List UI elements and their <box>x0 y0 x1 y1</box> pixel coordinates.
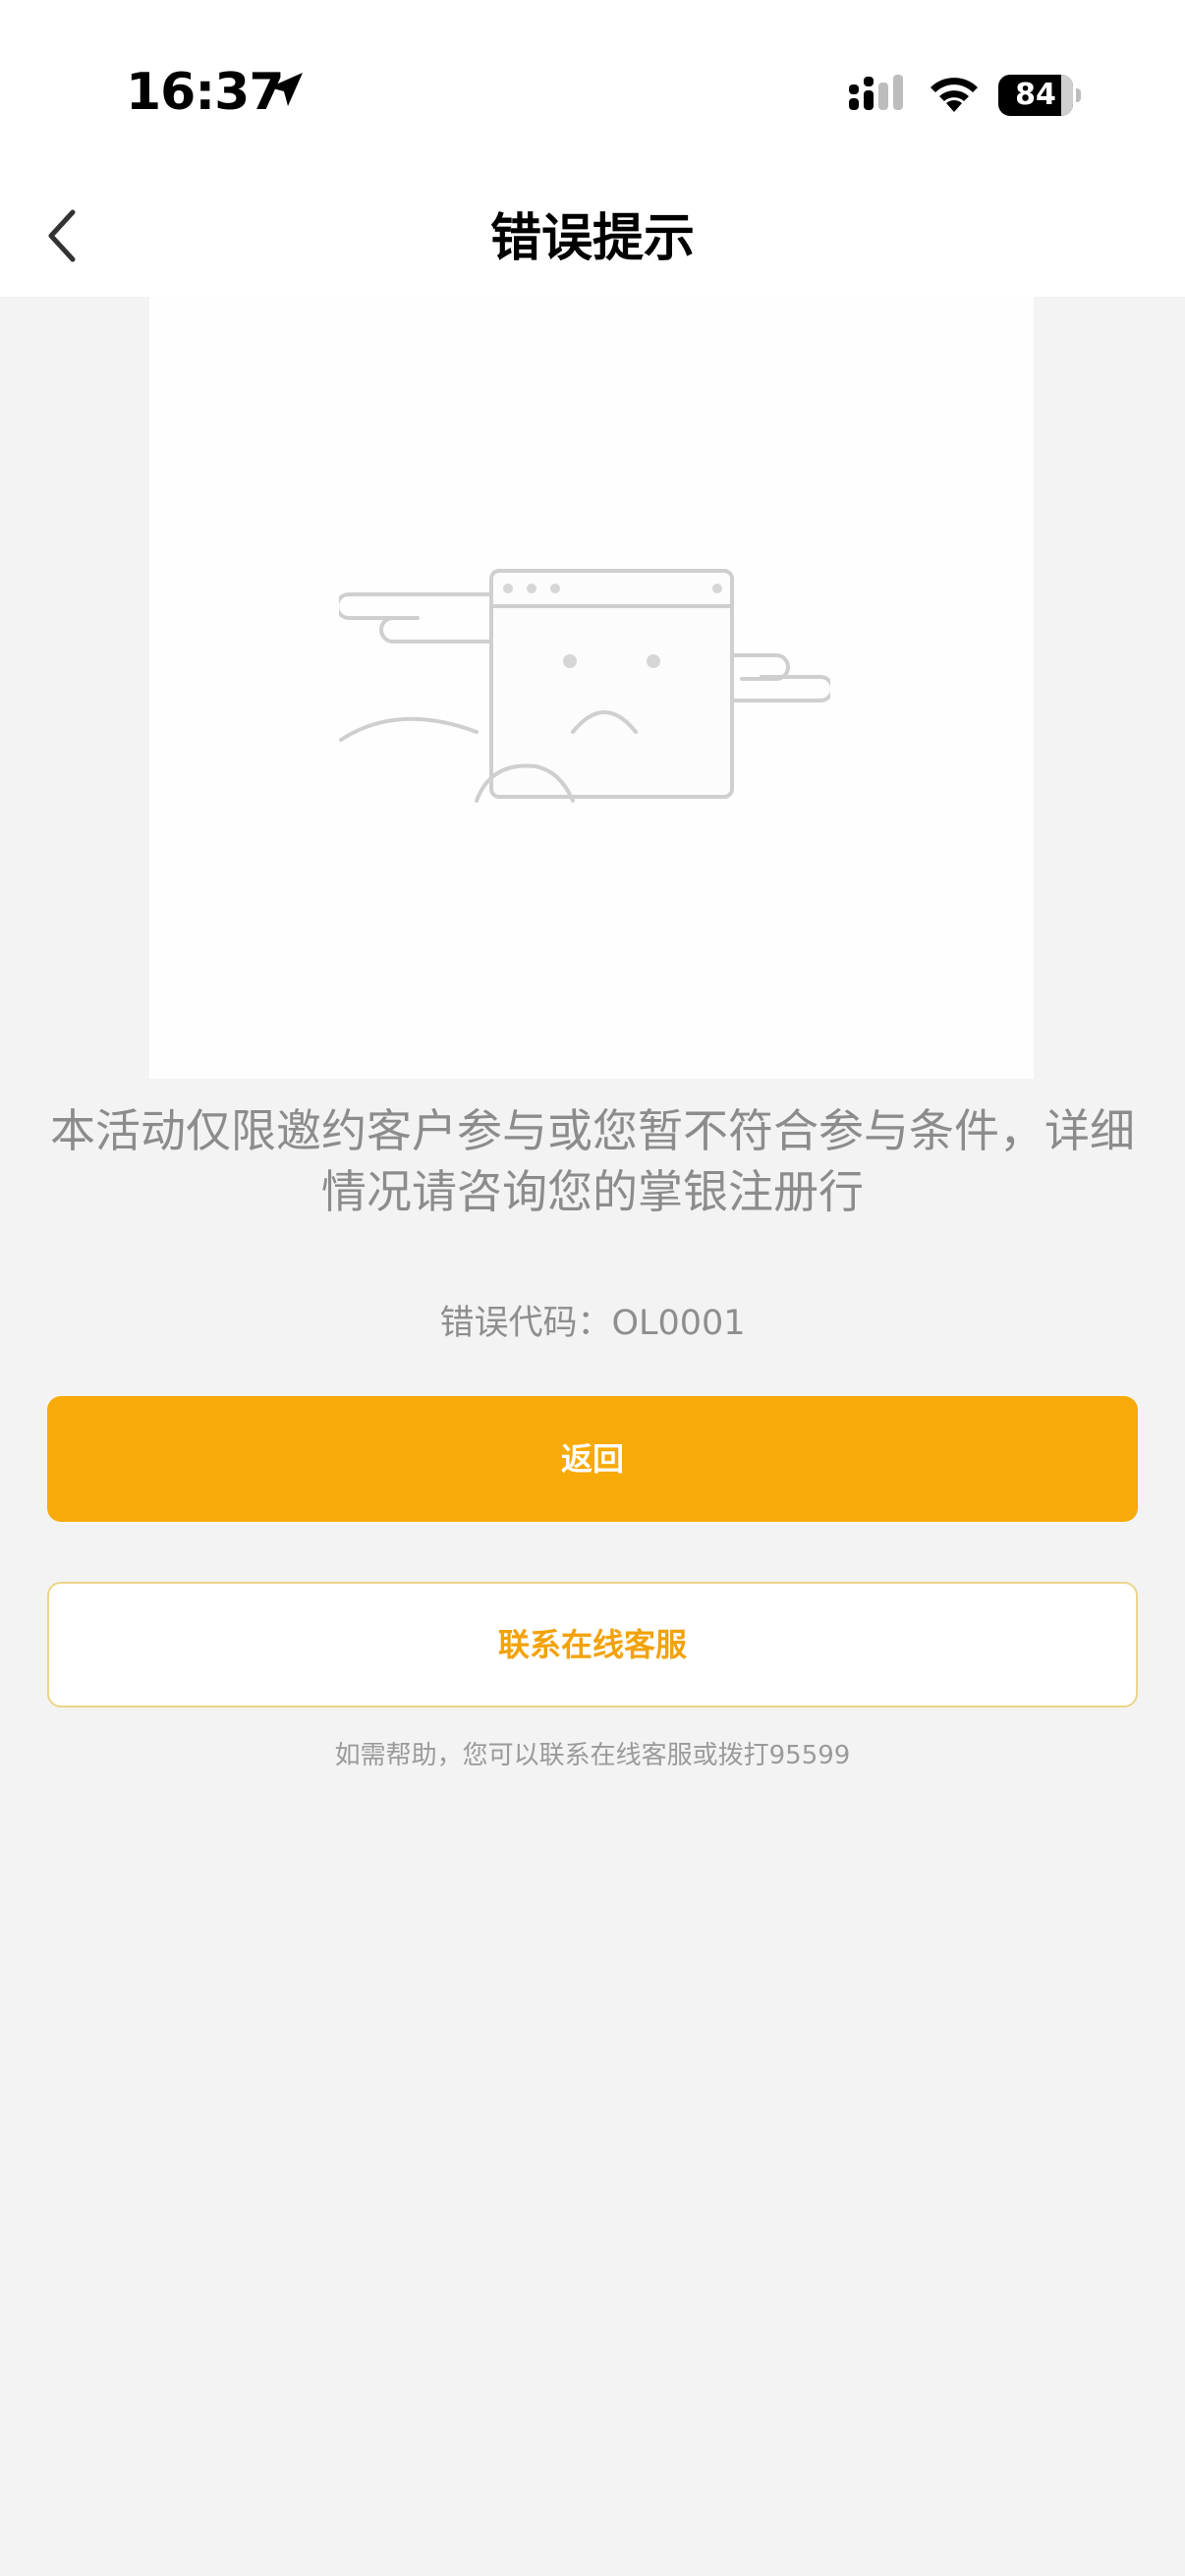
back-button[interactable]: 返回 <box>47 1396 1138 1522</box>
wifi-icon <box>931 78 978 112</box>
error-code: 错误代码：OL0001 <box>439 1304 746 1343</box>
battery-icon: 84 <box>998 75 1081 118</box>
cellular-signal-icon <box>849 75 903 110</box>
status-time: 16:37 <box>126 63 285 122</box>
battery-level: 84 <box>1015 78 1056 112</box>
page-title: 错误提示 <box>489 209 695 268</box>
help-text: 如需帮助，您可以联系在线客服或拨打95599 <box>334 1741 851 1770</box>
location-arrow-icon <box>269 73 303 106</box>
contact-support-button[interactable]: 联系在线客服 <box>47 1582 1138 1708</box>
navigation-bar: 错误提示 <box>0 177 1185 297</box>
status-bar: 16:37 84 <box>0 0 1185 177</box>
error-message: 本活动仅限邀约客户参与或您暂不符合参与条件，详细情况请咨询您的掌银注册行 <box>50 1104 1135 1218</box>
sad-browser-window-illustration <box>339 569 830 803</box>
